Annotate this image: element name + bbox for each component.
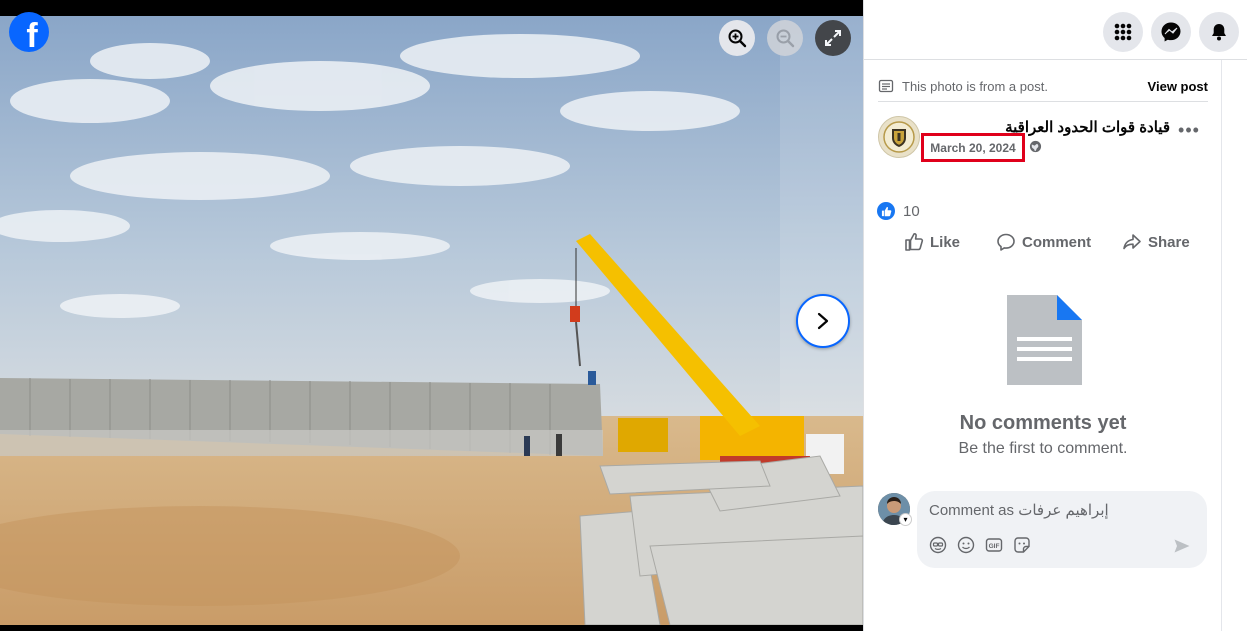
like-reaction-icon bbox=[877, 202, 895, 220]
expand-icon bbox=[825, 30, 841, 46]
svg-text:GIF: GIF bbox=[989, 543, 1000, 550]
post-date-highlight: March 20, 2024 bbox=[921, 133, 1025, 162]
author-avatar[interactable] bbox=[878, 116, 920, 158]
share-button[interactable]: Share bbox=[1122, 229, 1190, 255]
sticker-icon[interactable] bbox=[1013, 536, 1031, 554]
top-header bbox=[863, 0, 1247, 60]
emoji-icon[interactable] bbox=[957, 536, 975, 554]
menu-grid-icon bbox=[1114, 23, 1132, 41]
comment-input-box[interactable]: Comment as إبراهيم عرفات GIF bbox=[917, 491, 1207, 568]
gif-icon[interactable]: GIF bbox=[985, 536, 1003, 554]
post-photo[interactable] bbox=[0, 16, 863, 625]
zoom-in-button[interactable] bbox=[719, 20, 755, 56]
post-date-link[interactable]: March 20, 2024 bbox=[930, 141, 1015, 155]
no-comments-subtitle: Be the first to comment. bbox=[958, 440, 1128, 457]
notifications-bell-icon bbox=[1212, 24, 1226, 41]
chevron-right-icon bbox=[817, 312, 829, 330]
next-photo-button[interactable] bbox=[796, 294, 850, 348]
messenger-button[interactable] bbox=[1151, 12, 1191, 52]
divider bbox=[878, 101, 1208, 102]
post-options-button[interactable]: ••• bbox=[1177, 121, 1201, 144]
menu-button[interactable] bbox=[1103, 12, 1143, 52]
comment-button[interactable]: Comment bbox=[996, 229, 1091, 255]
zoom-out-button[interactable] bbox=[767, 20, 803, 56]
reaction-count: 10 bbox=[903, 202, 920, 220]
share-label: Share bbox=[1148, 233, 1190, 251]
globe-icon bbox=[1029, 140, 1042, 153]
avatar-sticker-icon[interactable] bbox=[929, 536, 947, 554]
photo-source-text: This photo is from a post. bbox=[902, 78, 1048, 94]
facebook-logo-icon[interactable]: f bbox=[9, 12, 49, 55]
viewer-top-strip bbox=[0, 0, 863, 16]
zoom-out-icon bbox=[776, 29, 795, 48]
zoom-in-icon bbox=[728, 29, 747, 48]
like-button[interactable]: Like bbox=[904, 229, 960, 255]
comment-input[interactable]: Comment as إبراهيم عرفات bbox=[929, 501, 1109, 519]
panel-scrollbar[interactable] bbox=[1221, 60, 1222, 631]
like-label: Like bbox=[930, 233, 961, 251]
send-icon[interactable] bbox=[1173, 537, 1191, 555]
author-emblem-icon bbox=[883, 121, 915, 153]
photo-source-note: This photo is from a post. View post bbox=[878, 72, 1208, 100]
post-note-icon bbox=[878, 79, 894, 93]
no-comments-title: No comments yet bbox=[959, 412, 1127, 434]
messenger-icon bbox=[1161, 22, 1181, 42]
notifications-button[interactable] bbox=[1199, 12, 1239, 52]
comment-label: Comment bbox=[1022, 233, 1092, 251]
view-post-link[interactable]: View post bbox=[1148, 79, 1208, 94]
chevron-down-icon[interactable]: ▾ bbox=[899, 513, 912, 526]
fullscreen-button[interactable] bbox=[815, 20, 851, 56]
comment-tools: GIF bbox=[929, 536, 1031, 554]
comment-icon bbox=[997, 233, 1015, 251]
facebook-photo-viewer: f This photo is from a post. View post ق… bbox=[0, 0, 1247, 631]
photo-viewer: f bbox=[0, 0, 863, 631]
share-icon bbox=[1123, 234, 1141, 250]
like-icon bbox=[905, 233, 924, 251]
no-comments-document-icon bbox=[1007, 295, 1082, 385]
reactions-summary[interactable]: 10 bbox=[877, 201, 920, 221]
